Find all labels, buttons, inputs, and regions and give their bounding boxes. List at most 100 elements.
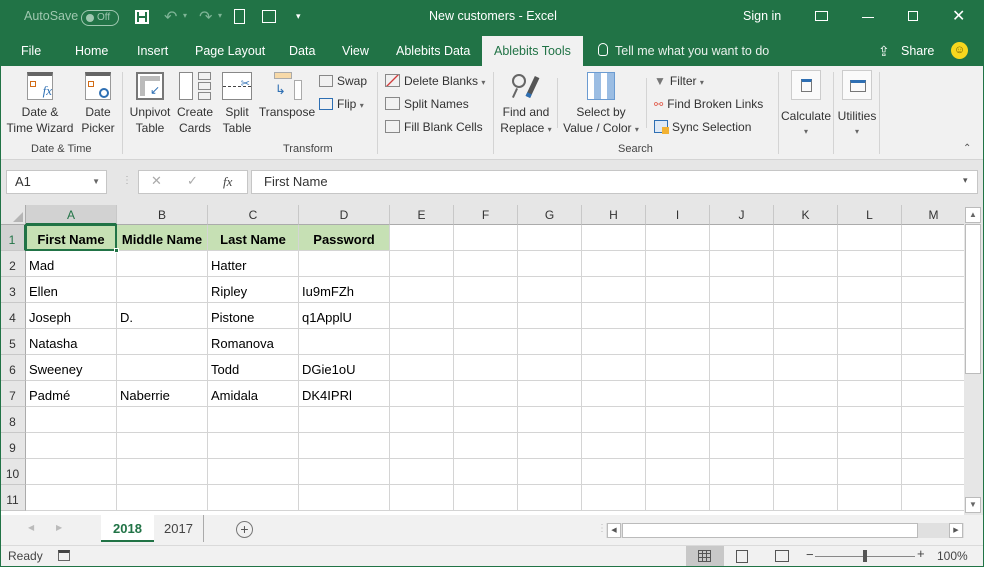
cell[interactable] xyxy=(518,225,582,251)
cell[interactable] xyxy=(582,433,646,459)
redo-dropdown-icon[interactable]: ▾ xyxy=(218,11,222,20)
cell[interactable]: Mad xyxy=(26,251,117,277)
cell[interactable]: Todd xyxy=(208,355,299,381)
sheet-tab-2017[interactable]: 2017 xyxy=(154,515,204,542)
cell[interactable] xyxy=(774,329,838,355)
cell[interactable] xyxy=(454,355,518,381)
minimize-icon[interactable] xyxy=(862,17,874,18)
cell[interactable] xyxy=(838,485,902,511)
cell[interactable] xyxy=(454,225,518,251)
expand-formula-bar-icon[interactable]: ▾ xyxy=(963,175,968,186)
zoom-in-button[interactable]: + xyxy=(917,546,925,561)
column-header-a[interactable]: A xyxy=(26,205,117,225)
cell[interactable] xyxy=(582,303,646,329)
scroll-left-icon[interactable]: ◀ xyxy=(607,523,621,538)
scroll-up-icon[interactable]: ▲ xyxy=(965,207,981,223)
cell[interactable] xyxy=(902,225,966,251)
formula-input[interactable]: First Name xyxy=(251,170,978,194)
insert-function-icon[interactable]: fx xyxy=(223,174,232,190)
cell[interactable] xyxy=(454,459,518,485)
share-button[interactable]: Share xyxy=(899,36,936,66)
cell[interactable]: DGie1oU xyxy=(299,355,390,381)
cell[interactable] xyxy=(902,277,966,303)
cell[interactable] xyxy=(454,277,518,303)
row-header-1[interactable]: 1 xyxy=(0,225,26,251)
zoom-level[interactable]: 100% xyxy=(937,549,968,563)
cell[interactable] xyxy=(208,459,299,485)
column-header-g[interactable]: G xyxy=(518,205,582,225)
share-icon[interactable]: ⇪ xyxy=(878,43,890,60)
cell[interactable] xyxy=(710,407,774,433)
cell[interactable] xyxy=(838,277,902,303)
print-preview-icon[interactable] xyxy=(262,10,276,23)
cell[interactable] xyxy=(518,459,582,485)
sign-in-link[interactable]: Sign in xyxy=(743,9,781,23)
cell[interactable] xyxy=(208,485,299,511)
cell[interactable] xyxy=(208,433,299,459)
cell[interactable] xyxy=(299,459,390,485)
cell[interactable] xyxy=(390,329,454,355)
fill-blank-cells-button[interactable]: Fill Blank Cells xyxy=(385,119,483,135)
column-header-l[interactable]: L xyxy=(838,205,902,225)
page-break-preview-icon[interactable] xyxy=(775,550,789,562)
column-header-c[interactable]: C xyxy=(208,205,299,225)
tab-insert[interactable]: Insert xyxy=(135,36,170,66)
cell[interactable] xyxy=(902,485,966,511)
cell[interactable] xyxy=(582,277,646,303)
cell[interactable] xyxy=(902,355,966,381)
name-box-dropdown-icon[interactable]: ▼ xyxy=(92,171,100,193)
cell[interactable]: Iu9mFZh xyxy=(299,277,390,303)
cell[interactable] xyxy=(390,459,454,485)
tab-data[interactable]: Data xyxy=(287,36,317,66)
delete-blanks-button[interactable]: Delete Blanks ▾ xyxy=(385,73,485,91)
cell[interactable]: Naberrie xyxy=(117,381,208,407)
cell[interactable] xyxy=(299,433,390,459)
cell[interactable] xyxy=(646,355,710,381)
row-header-3[interactable]: 3 xyxy=(0,277,26,303)
cell[interactable] xyxy=(454,433,518,459)
unpivot-table-button[interactable]: ↙ Unpivot Table xyxy=(126,72,174,136)
cell[interactable] xyxy=(838,459,902,485)
cell[interactable] xyxy=(454,407,518,433)
cell[interactable] xyxy=(838,381,902,407)
cell[interactable] xyxy=(299,251,390,277)
spreadsheet-grid[interactable]: A B C D E F G H I J K L M 1 First Name Middle Name Last … xyxy=(0,205,966,515)
date-picker-button[interactable]: Date Picker xyxy=(78,72,118,136)
tab-file[interactable]: File xyxy=(19,36,43,66)
cell[interactable]: Sweeney xyxy=(26,355,117,381)
row-header-5[interactable]: 5 xyxy=(0,329,26,355)
formula-bar-grip-icon[interactable]: ⋮ xyxy=(122,175,132,186)
zoom-slider-thumb[interactable] xyxy=(863,550,867,562)
tab-ablebits-data[interactable]: Ablebits Data xyxy=(394,36,472,66)
cell[interactable] xyxy=(646,407,710,433)
column-header-m[interactable]: M xyxy=(902,205,966,225)
cell[interactable] xyxy=(390,277,454,303)
cell[interactable] xyxy=(774,485,838,511)
normal-view-icon[interactable] xyxy=(686,546,724,567)
cell[interactable] xyxy=(299,407,390,433)
cell[interactable] xyxy=(774,303,838,329)
header-cell[interactable]: Password xyxy=(299,225,390,251)
cell[interactable]: Ellen xyxy=(26,277,117,303)
cell[interactable] xyxy=(774,277,838,303)
cell[interactable] xyxy=(710,329,774,355)
autosave-toggle[interactable]: Off xyxy=(81,10,119,26)
cell[interactable] xyxy=(838,225,902,251)
sync-selection-button[interactable]: Sync Selection xyxy=(654,119,751,135)
cell[interactable] xyxy=(518,329,582,355)
cell[interactable] xyxy=(582,407,646,433)
cell[interactable] xyxy=(26,459,117,485)
row-header-10[interactable]: 10 xyxy=(0,459,26,485)
tab-view[interactable]: View xyxy=(340,36,371,66)
cell[interactable] xyxy=(582,459,646,485)
cell[interactable] xyxy=(774,225,838,251)
cell[interactable] xyxy=(582,251,646,277)
cell[interactable] xyxy=(117,433,208,459)
cell[interactable] xyxy=(582,485,646,511)
calculate-button[interactable]: Calculate ▾ xyxy=(780,70,832,140)
cell[interactable] xyxy=(710,277,774,303)
cell[interactable] xyxy=(390,225,454,251)
cell[interactable] xyxy=(710,225,774,251)
cell[interactable] xyxy=(518,251,582,277)
split-names-button[interactable]: Split Names xyxy=(385,96,469,112)
